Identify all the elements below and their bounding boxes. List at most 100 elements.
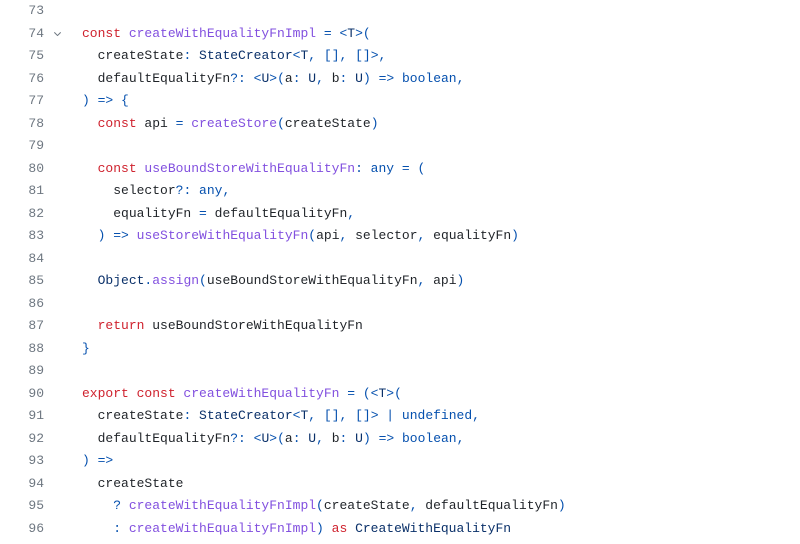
fold-toggle-icon[interactable]: [50, 28, 64, 39]
gutter: 78: [0, 113, 72, 136]
token-kw: export: [82, 386, 137, 401]
token-op: ?: [82, 498, 129, 513]
token-fn: useBoundStoreWithEqualityFn: [144, 161, 355, 176]
token-type: U: [355, 431, 363, 446]
code-content[interactable]: createState: [72, 473, 183, 496]
token-id: a: [285, 431, 293, 446]
gutter: 95: [0, 495, 72, 518]
token-op: ?: <: [230, 431, 261, 446]
token-op: ,: [347, 206, 355, 221]
token-op: :: [340, 71, 356, 86]
code-line[interactable]: 94 createState: [0, 473, 800, 496]
code-content[interactable]: equalityFn = defaultEqualityFn,: [72, 203, 355, 226]
code-line[interactable]: 73: [0, 0, 800, 23]
code-line[interactable]: 91 createState: StateCreator<T, [], []> …: [0, 405, 800, 428]
code-content[interactable]: return useBoundStoreWithEqualityFn: [72, 315, 363, 338]
token-id: [82, 206, 113, 221]
token-op: ?: <: [230, 71, 261, 86]
code-line[interactable]: 85 Object.assign(useBoundStoreWithEquali…: [0, 270, 800, 293]
code-content[interactable]: defaultEqualityFn?: <U>(a: U, b: U) => b…: [72, 428, 464, 451]
token-op: ): [511, 228, 519, 243]
token-id: b: [332, 71, 340, 86]
gutter: 93: [0, 450, 72, 473]
code-content[interactable]: ? createWithEqualityFnImpl(createState, …: [72, 495, 566, 518]
line-number: 84: [20, 248, 44, 271]
code-line[interactable]: 80 const useBoundStoreWithEqualityFn: an…: [0, 158, 800, 181]
token-id: defaultEqualityFn: [98, 431, 231, 446]
token-op: :: [293, 431, 309, 446]
token-op: =: [191, 206, 214, 221]
code-content[interactable]: const api = createStore(createState): [72, 113, 379, 136]
line-number: 88: [20, 338, 44, 361]
line-number: 82: [20, 203, 44, 226]
token-op: :: [183, 408, 199, 423]
token-kw: const: [82, 26, 129, 41]
token-op: ): [558, 498, 566, 513]
code-line[interactable]: 92 defaultEqualityFn?: <U>(a: U, b: U) =…: [0, 428, 800, 451]
code-line[interactable]: 89: [0, 360, 800, 383]
code-line[interactable]: 90export const createWithEqualityFn = (<…: [0, 383, 800, 406]
gutter: 80: [0, 158, 72, 181]
code-content[interactable]: }: [72, 338, 90, 361]
code-line[interactable]: 93) =>: [0, 450, 800, 473]
token-op: =>: [98, 93, 114, 108]
line-number: 76: [20, 68, 44, 91]
token-op: >(: [269, 431, 285, 446]
line-number: 91: [20, 405, 44, 428]
code-line[interactable]: 81 selector?: any,: [0, 180, 800, 203]
token-fn: createWithEqualityFn: [183, 386, 339, 401]
token-id: [82, 161, 98, 176]
token-op: =>: [379, 431, 395, 446]
token-op: = (: [394, 161, 425, 176]
token-type: Object: [98, 273, 145, 288]
gutter: 87: [0, 315, 72, 338]
code-content[interactable]: : createWithEqualityFnImpl) as CreateWit…: [72, 518, 511, 541]
token-id: [82, 408, 98, 423]
code-line[interactable]: 76 defaultEqualityFn?: <U>(a: U, b: U) =…: [0, 68, 800, 91]
code-line[interactable]: 88}: [0, 338, 800, 361]
code-content[interactable]: createState: StateCreator<T, [], []> | u…: [72, 405, 480, 428]
code-line[interactable]: 84: [0, 248, 800, 271]
code-content[interactable]: export const createWithEqualityFn = (<T>…: [72, 383, 402, 406]
code-content[interactable]: ) => useStoreWithEqualityFn(api, selecto…: [72, 225, 519, 248]
code-line[interactable]: 75 createState: StateCreator<T, [], []>,: [0, 45, 800, 68]
code-line[interactable]: 83 ) => useStoreWithEqualityFn(api, sele…: [0, 225, 800, 248]
code-content[interactable]: const createWithEqualityFnImpl = <T>(: [72, 23, 371, 46]
code-content[interactable]: Object.assign(useBoundStoreWithEqualityF…: [72, 270, 464, 293]
token-id: a: [285, 71, 293, 86]
code-content[interactable]: createState: StateCreator<T, [], []>,: [72, 45, 386, 68]
token-id: useBoundStoreWithEqualityFn: [207, 273, 418, 288]
code-line[interactable]: 96 : createWithEqualityFnImpl) as Create…: [0, 518, 800, 541]
token-op: = <: [316, 26, 347, 41]
code-line[interactable]: 82 equalityFn = defaultEqualityFn,: [0, 203, 800, 226]
line-number: 96: [20, 518, 44, 541]
code-line[interactable]: 74const createWithEqualityFnImpl = <T>(: [0, 23, 800, 46]
token-kw: const: [98, 161, 145, 176]
code-content[interactable]: const useBoundStoreWithEqualityFn: any =…: [72, 158, 425, 181]
code-content[interactable]: ) =>: [72, 450, 113, 473]
token-str: any: [199, 183, 222, 198]
token-id: [82, 183, 113, 198]
token-fn: createWithEqualityFnImpl: [129, 498, 316, 513]
code-content[interactable]: defaultEqualityFn?: <U>(a: U, b: U) => b…: [72, 68, 464, 91]
code-content[interactable]: selector?: any,: [72, 180, 230, 203]
line-number: 77: [20, 90, 44, 113]
gutter: 89: [0, 360, 72, 383]
token-id: selector: [113, 183, 175, 198]
gutter: 94: [0, 473, 72, 496]
gutter: 82: [0, 203, 72, 226]
token-id: createState: [324, 498, 410, 513]
code-line[interactable]: 95 ? createWithEqualityFnImpl(createStat…: [0, 495, 800, 518]
token-op: ,: [472, 408, 480, 423]
code-line[interactable]: 87 return useBoundStoreWithEqualityFn: [0, 315, 800, 338]
code-line[interactable]: 79: [0, 135, 800, 158]
code-line[interactable]: 77 ) => {: [0, 90, 800, 113]
code-content[interactable]: ) => {: [72, 90, 129, 113]
code-editor[interactable]: 7374const createWithEqualityFnImpl = <T>…: [0, 0, 800, 540]
token-id: defaultEqualityFn: [425, 498, 558, 513]
code-line[interactable]: 86: [0, 293, 800, 316]
token-id: createState: [98, 48, 184, 63]
token-op: ,: [316, 431, 332, 446]
token-id: defaultEqualityFn: [215, 206, 348, 221]
code-line[interactable]: 78 const api = createStore(createState): [0, 113, 800, 136]
